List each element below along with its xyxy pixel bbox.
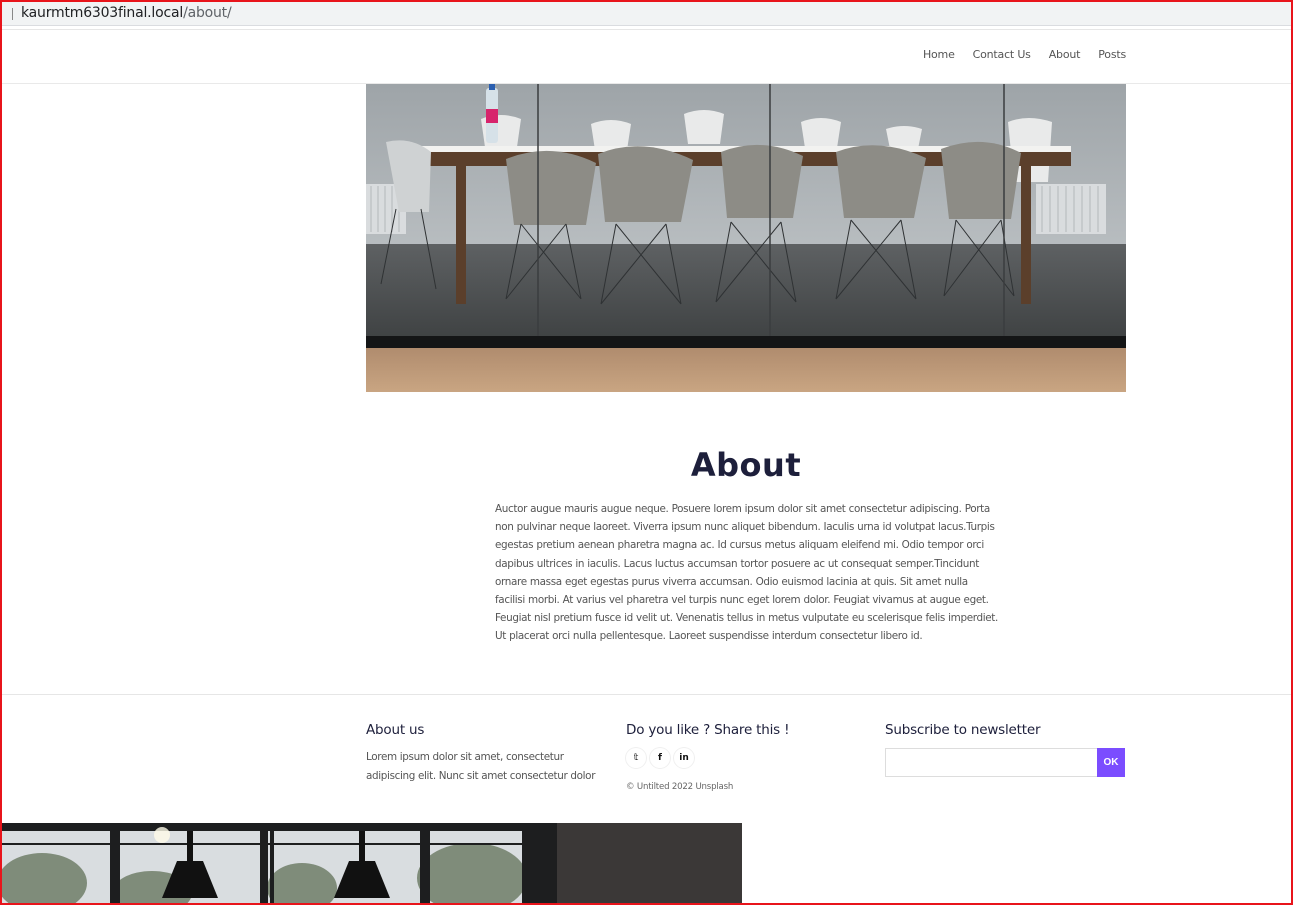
newsletter-email-input[interactable] [885,748,1097,777]
page-title: About [690,446,802,484]
address-separator [12,8,13,20]
nav-posts[interactable]: Posts [1098,48,1126,61]
footer-divider [2,694,1291,695]
social-icons: 𝕥 f in [626,748,866,768]
nav-about[interactable]: About [1049,48,1081,61]
footer-share-heading: Do you like ? Share this ! [626,722,790,738]
facebook-icon[interactable]: f [650,748,670,768]
about-body-text: Auctor augue mauris augue neque. Posuere… [495,503,998,643]
copyright-text: © Untilted 2022 Unsplash [626,782,734,792]
footer-about-heading: About us [366,722,425,738]
main-nav: Home Contact Us About Posts [923,48,1126,61]
hero-image-conference-room [366,84,1126,392]
conference-room-illustration [366,84,1126,392]
newsletter-submit-button[interactable]: OK [1097,748,1125,777]
footer-newsletter-column: Subscribe to newsletter OK [885,722,1130,777]
site-header: Home Contact Us About Posts [2,29,1291,84]
pendant-lamps-illustration [2,823,742,903]
newsletter-form: OK [885,748,1130,777]
nav-home[interactable]: Home [923,48,955,61]
nav-contact-us[interactable]: Contact Us [973,48,1031,61]
linkedin-icon[interactable]: in [674,748,694,768]
twitter-icon[interactable]: 𝕥 [626,748,646,768]
url-path: /about/ [183,5,232,21]
url-text[interactable]: kaurmtm6303final.local/about/ [21,4,232,22]
footer-share-column: Do you like ? Share this ! 𝕥 f in © Unti… [626,722,866,797]
newsletter-heading: Subscribe to newsletter [885,722,1041,738]
footer-about-text: Lorem ipsum dolor sit amet, consectetur … [366,751,596,782]
footer-about-column: About us Lorem ipsum dolor sit amet, con… [366,722,611,786]
address-bar[interactable]: kaurmtm6303final.local/about/ [2,2,1291,26]
bottom-image-pendant-lamps [2,823,742,903]
url-host: kaurmtm6303final.local [21,5,184,21]
